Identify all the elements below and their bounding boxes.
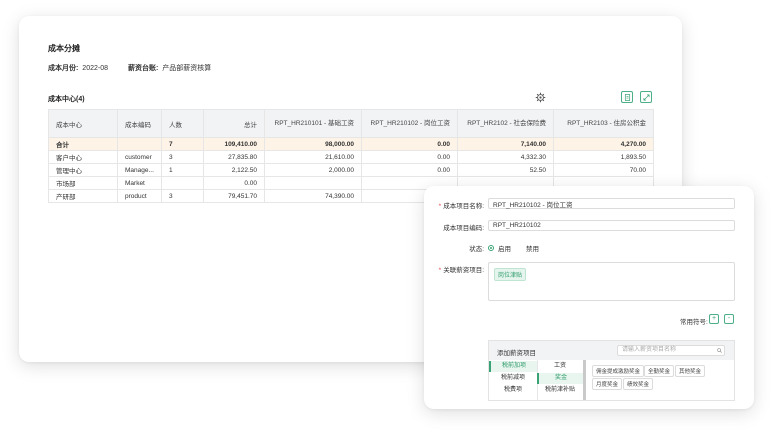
table-cell: 2,122.50 [203,163,265,177]
name-label: * 成本项目名称: [424,200,484,210]
related-label: * 关联薪资项目: [424,264,484,274]
section-title: 成本中心(4) [48,96,85,103]
status-enabled-label: 启用 [498,246,511,253]
table-cell: 1 [161,163,204,177]
column-header[interactable]: RPT_HR2103 - 住房公积金 [553,109,654,138]
gear-icon[interactable] [535,92,546,103]
column-header[interactable]: RPT_HR210102 - 岗位工资 [361,109,458,138]
picker-title: 添加薪资项目 [497,350,536,357]
minus-symbol-button[interactable]: - [724,314,734,324]
table-cell: 市场部 [48,176,118,190]
picker-header: 添加薪资项目 请输入薪资项目名称 [489,341,734,360]
cost-month-value: 2022-08 [82,65,108,72]
column-header[interactable]: RPT_HR210101 - 基础工资 [264,109,362,138]
column-header[interactable]: RPT_HR2102 - 社会保险费 [457,109,554,138]
status-disabled-label: 禁用 [526,246,539,253]
subcategory-item[interactable]: 税前津补贴 [537,385,583,396]
code-label: 成本项目编码: [443,225,484,232]
table-cell: 27,835.80 [203,150,265,164]
table-cell: 98,000.00 [264,137,362,151]
salary-ledger-value: 产品部薪资核算 [162,65,212,72]
plus-symbol-button[interactable]: + [709,314,719,324]
subcategory-item[interactable]: 奖金 [537,373,583,384]
column-header[interactable]: 成本中心 [48,109,118,138]
required-mark: * [438,267,442,274]
table-cell: 79,451.70 [203,189,265,203]
table-cell: 52.50 [457,163,554,177]
radio-checked-icon [488,245,494,251]
page-title: 成本分摊 [48,44,80,53]
export-button[interactable] [621,91,633,103]
cost-item-name-input[interactable]: RPT_HR210102 - 岗位工资 [488,198,735,209]
table-cell: 1,893.50 [553,150,654,164]
fullscreen-button[interactable] [640,91,652,103]
scrollbar[interactable] [583,360,586,400]
table-cell: 合计 [48,137,118,151]
table-cell: 3 [161,189,204,203]
symbols-label: 常用符号: [680,319,708,326]
salary-ledger: 薪资台账: 产品部薪资核算 [128,63,211,73]
table-cell: 产研部 [48,189,118,203]
salary-item-picker: 添加薪资项目 请输入薪资项目名称 税前加项 税前减项 税费项 工资 奖金 税前津… [488,340,735,401]
table-cell: 74,390.00 [264,189,362,203]
cost-month-label: 成本月份: [48,65,79,72]
table-cell: 7 [161,137,204,151]
expand-icon [643,94,649,100]
table-cell [117,137,162,151]
name-label-text: 成本项目名称: [443,203,484,210]
salary-item-search-input[interactable]: 请输入薪资项目名称 [617,345,725,356]
total-row: 合计 7 109,410.00 98,000.00 0.00 7,140.00 … [48,137,654,151]
table-cell: 4,270.00 [553,137,654,151]
table-cell: 21,610.00 [264,150,362,164]
category-item[interactable]: 税费项 [489,385,537,396]
salary-item-chip[interactable]: 月度奖金 [592,378,623,390]
table-cell: 2,000.00 [264,163,362,177]
table-row[interactable]: 客户中心 customer 3 27,835.80 21,610.00 0.00… [48,150,654,164]
salary-item-chip[interactable]: 佣金提成激励奖金 [592,365,645,377]
table-cell: product [117,189,162,203]
search-icon [717,348,722,353]
table-row[interactable]: 管理中心 Manage... 1 2,122.50 2,000.00 0.00 … [48,163,654,177]
salary-ledger-label: 薪资台账: [128,65,159,72]
salary-item-chip[interactable]: 其他奖金 [675,365,706,377]
status-label: 状态: [469,246,484,253]
column-header[interactable]: 总计 [203,109,265,138]
radio-unchecked-icon [516,245,522,251]
table-cell: customer [117,150,162,164]
table-cell: 3 [161,150,204,164]
status-enabled-radio[interactable]: 启用 [488,243,511,253]
subcategory-column: 工资 奖金 税前津补贴 [537,360,584,400]
table-cell: 0.00 [361,137,458,151]
table-cell: 7,140.00 [457,137,554,151]
table-cell: 0.00 [361,163,458,177]
table-cell: Manage... [117,163,162,177]
subcategory-item[interactable]: 工资 [537,361,583,372]
related-salary-tag[interactable]: 岗位津贴 [494,268,527,281]
table-cell: 管理中心 [48,163,118,177]
table-cell: 4,332.30 [457,150,554,164]
column-header[interactable]: 成本编码 [117,109,162,138]
table-cell: Market [117,176,162,190]
table-cell: 客户中心 [48,150,118,164]
table-cell: 109,410.00 [203,137,265,151]
category-column: 税前加项 税前减项 税费项 [489,360,538,400]
table-cell [161,176,204,190]
cost-month: 成本月份: 2022-08 [48,63,108,73]
table-cell: 70.00 [553,163,654,177]
table-cell: 0.00 [361,150,458,164]
table-header-row: 成本中心 成本编码 人数 总计 RPT_HR210101 - 基础工资 RPT_… [48,109,654,138]
column-header[interactable]: 人数 [161,109,204,138]
cost-item-code-input[interactable]: RPT_HR210102 [488,220,735,231]
status-disabled-radio[interactable]: 禁用 [516,243,539,253]
salary-item-chip[interactable]: 全勤奖金 [644,365,675,377]
excel-export-icon [624,93,630,101]
table-cell [264,176,362,190]
required-mark: * [438,203,442,210]
salary-item-chip[interactable]: 绩效奖金 [623,378,654,390]
related-label-text: 关联薪资项目: [443,267,484,274]
category-item[interactable]: 税前加项 [489,361,537,372]
table-cell: 0.00 [203,176,265,190]
category-item[interactable]: 税前减项 [489,373,537,384]
